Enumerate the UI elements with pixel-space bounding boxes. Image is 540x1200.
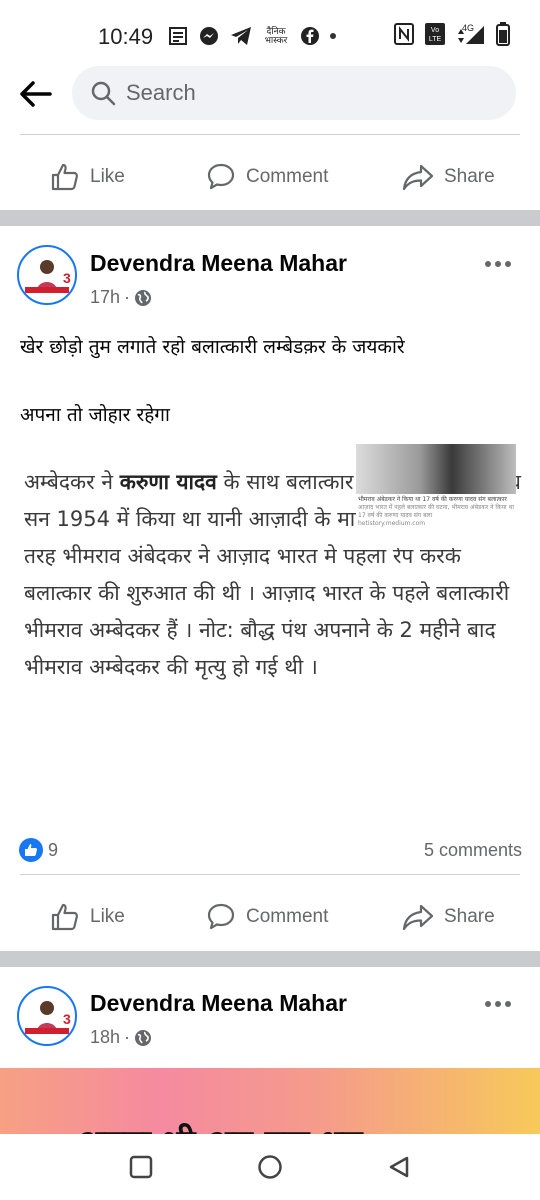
post-text-line-1: खेर छोड़ो तुम लगाते रहो बलात्कारी लम्बेड… <box>20 336 405 358</box>
share-button[interactable]: Share <box>402 162 495 192</box>
thumbnail-photo <box>356 444 516 494</box>
globe-icon <box>135 289 152 306</box>
post-time[interactable]: 17h <box>90 287 120 308</box>
comment-label: Comment <box>246 906 329 927</box>
post-banner-text: अपना भी अब एक धम <box>78 1118 363 1134</box>
svg-text:3: 3 <box>63 270 71 286</box>
search-icon <box>91 81 116 106</box>
home-button[interactable] <box>255 1152 285 1182</box>
post-meta: 18h · <box>90 1027 152 1048</box>
comment-icon <box>207 163 235 190</box>
image-text-highlight: करुणा यादव <box>119 470 217 494</box>
post-text-line-2: अपना तो जोहार रहेगा <box>20 404 170 426</box>
news-icon <box>168 22 188 50</box>
comment-label: Comment <box>246 166 329 187</box>
battery-icon <box>496 20 510 48</box>
system-icons: Vo LTE 4G <box>394 20 510 48</box>
svg-text:Vo: Vo <box>431 27 439 34</box>
facebook-icon <box>300 22 320 50</box>
back-nav-button[interactable] <box>384 1152 414 1182</box>
more-dot <box>505 261 511 267</box>
back-button[interactable] <box>16 76 56 112</box>
divider <box>20 134 520 135</box>
thumbnail-caption: भीमराव अंबेडकर ने किया था 17 वर्ष की करु… <box>358 496 514 527</box>
like-label: Like <box>90 906 125 927</box>
avatar[interactable]: 3 <box>17 986 77 1046</box>
more-options-button[interactable] <box>480 994 516 1014</box>
bhaskar-icon: दैनिक भास्कर <box>264 26 288 45</box>
action-bar: Like Comment Share <box>0 147 540 207</box>
recents-button[interactable] <box>126 1152 156 1182</box>
action-bar: Like Comment Share <box>0 887 540 947</box>
post-author[interactable]: Devendra Meena Mahar <box>90 250 347 277</box>
more-dot <box>495 261 501 267</box>
globe-icon <box>135 1029 152 1046</box>
messenger-icon <box>198 22 220 50</box>
like-label: Like <box>90 166 125 187</box>
svg-text:4G: 4G <box>462 23 474 33</box>
reactions-row: 9 5 comments <box>0 834 540 870</box>
status-time: 10:49 <box>98 24 154 49</box>
volte-icon: Vo LTE <box>424 20 446 48</box>
share-label: Share <box>444 906 495 927</box>
more-dot <box>495 1001 501 1007</box>
square-icon <box>129 1155 153 1179</box>
share-icon <box>402 164 434 191</box>
like-button[interactable]: Like <box>50 162 125 192</box>
reaction-count[interactable]: 9 <box>48 840 58 861</box>
arrow-left-icon <box>20 81 52 107</box>
triangle-back-icon <box>389 1156 409 1178</box>
post-meta: 17h · <box>90 287 152 308</box>
post-background-card[interactable]: अपना भी अब एक धम <box>0 1068 540 1134</box>
signal-icon: 4G <box>456 20 486 48</box>
post-image[interactable]: अम्बेदकर ने करुणा यादव के साथ बलात्कार क… <box>0 436 540 824</box>
telegram-icon <box>230 22 252 50</box>
navigation-bar <box>0 1134 540 1200</box>
notification-icons: दैनिक भास्कर <box>168 22 336 50</box>
svg-text:3: 3 <box>63 1011 71 1027</box>
share-icon <box>402 904 434 931</box>
search-header <box>0 62 540 126</box>
comment-button[interactable]: Comment <box>206 902 328 932</box>
circle-icon <box>258 1155 282 1179</box>
thumbs-up-icon <box>51 163 79 191</box>
comment-count[interactable]: 5 comments <box>424 840 522 861</box>
meta-separator: · <box>124 287 131 307</box>
meta-separator: · <box>124 1027 131 1047</box>
thumbs-up-icon <box>51 903 79 931</box>
more-dot <box>505 1001 511 1007</box>
svg-text:LTE: LTE <box>429 36 442 43</box>
more-dot <box>485 261 491 267</box>
feed-separator <box>0 951 540 967</box>
search-input[interactable] <box>126 80 486 106</box>
feed-separator <box>0 210 540 226</box>
divider <box>20 874 520 875</box>
post-time[interactable]: 18h <box>90 1027 120 1048</box>
post-header: 3 Devendra Meena Mahar 18h · <box>0 978 540 1058</box>
image-thumbnail: भीमराव अंबेडकर ने किया था 17 वर्ष की करु… <box>356 444 516 548</box>
more-notifications-icon <box>330 22 336 50</box>
more-options-button[interactable] <box>480 254 516 274</box>
more-dot <box>485 1001 491 1007</box>
comment-icon <box>207 903 235 930</box>
post-author[interactable]: Devendra Meena Mahar <box>90 990 347 1017</box>
like-reaction-icon[interactable] <box>19 838 43 862</box>
nfc-icon <box>394 20 414 48</box>
like-button[interactable]: Like <box>50 902 125 932</box>
share-button[interactable]: Share <box>402 902 495 932</box>
share-label: Share <box>444 166 495 187</box>
comment-button[interactable]: Comment <box>206 162 328 192</box>
post-header: 3 Devendra Meena Mahar 17h · <box>0 238 540 318</box>
search-box[interactable] <box>72 66 516 120</box>
avatar[interactable]: 3 <box>17 245 77 305</box>
